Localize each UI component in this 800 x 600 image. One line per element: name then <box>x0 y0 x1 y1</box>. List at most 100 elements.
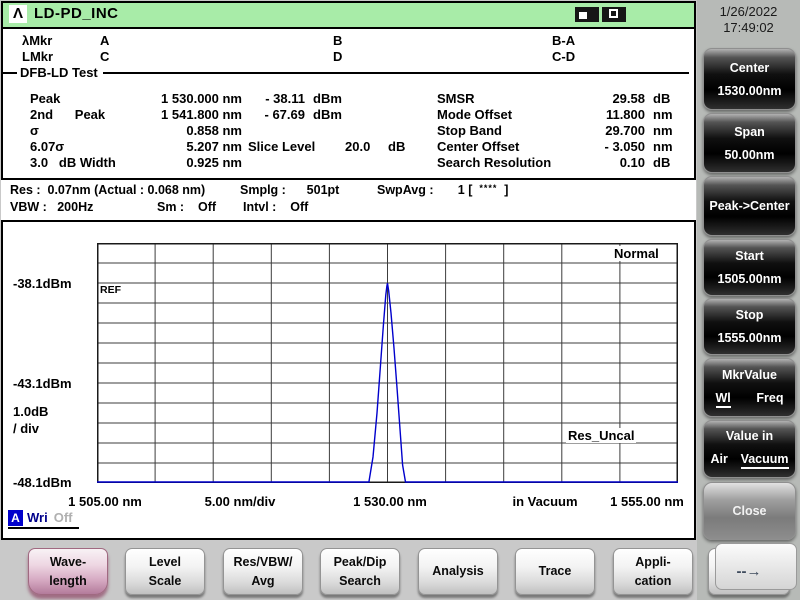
fnkey-label: Trace <box>516 562 594 580</box>
fnkey-trace[interactable]: Trace <box>515 548 595 595</box>
sweep-average-setting: SwpAvg : 1 [ **** ] <box>377 183 508 197</box>
analysis-section-title: DFB-LD Test <box>20 65 98 80</box>
option-air[interactable]: Air <box>711 452 728 469</box>
softkey-center[interactable]: Center 1530.00nm <box>703 48 796 110</box>
softkey-value: 1555.00nm <box>704 331 795 345</box>
result-label: σ <box>30 123 39 138</box>
fnkey-wavelength[interactable]: Wave- length <box>28 548 108 595</box>
app-logo-icon: Λ <box>9 5 27 23</box>
result-unit: dBm <box>313 91 342 106</box>
softkey-peak-to-center[interactable]: Peak->Center <box>703 176 796 236</box>
marker-ba-label: B-A <box>552 33 575 48</box>
result-value: 1 530.000 nm <box>118 91 242 106</box>
slice-level-unit: dB <box>388 139 405 154</box>
result-value: 0.925 nm <box>118 155 242 170</box>
y-axis-bottom-label: -48.1dBm <box>13 475 72 490</box>
softkey-start[interactable]: Start 1505.00nm <box>703 239 796 296</box>
marker-d-label: D <box>333 49 342 64</box>
maximize-button[interactable] <box>602 7 626 22</box>
softkey-label: MkrValue <box>704 368 795 382</box>
fnkey-label: Wave- <box>29 553 107 571</box>
marker-cd-label: C-D <box>552 49 575 64</box>
x-axis-per-div-label: 5.00 nm/div <box>190 494 290 509</box>
divider-line <box>103 72 689 74</box>
softkey-span[interactable]: Span 50.00nm <box>703 113 796 173</box>
fnkey-label: Appli- <box>614 553 692 571</box>
result-value: 0.10 <box>553 155 645 170</box>
window-title: LD-PD_INC <box>34 5 119 22</box>
osa-screen: Λ LD-PD_INC λMkr A B B-A LMkr C D C-D DF… <box>0 0 800 600</box>
time-display: 17:49:02 <box>697 20 800 35</box>
minimize-icon <box>579 12 587 19</box>
fnkey-label: Search <box>321 572 399 590</box>
result-value: 1 541.800 nm <box>118 107 242 122</box>
result-row-3db-width: 3.0 dB Width 0.925 nm Search Resolution … <box>0 155 697 169</box>
option-frequency[interactable]: Freq <box>756 391 783 408</box>
fnkey-label: Level <box>126 553 204 571</box>
result-label: Center Offset <box>437 139 519 154</box>
ref-level-label: REF <box>100 284 121 296</box>
trace-state: Off <box>54 510 73 525</box>
fnkey-label: Avg <box>224 572 302 590</box>
option-wavelength[interactable]: Wl <box>716 391 731 408</box>
fnkey-label: length <box>29 572 107 590</box>
fnkey-res-vbw-avg[interactable]: Res/VBW/ Avg <box>223 548 303 595</box>
slice-level-label: Slice Level <box>248 139 315 154</box>
x-axis-medium-label: in Vacuum <box>495 494 595 509</box>
softkey-stop[interactable]: Stop 1555.00nm <box>703 298 796 355</box>
next-page-arrow-icon: --→ <box>709 561 789 583</box>
slice-level-value: 20.0 <box>345 139 370 154</box>
softkey-marker-value[interactable]: MkrValue Wl Freq <box>703 358 796 417</box>
result-row-6sigma: 6.07σ 5.207 nm Slice Level 20.0 dB Cente… <box>0 139 697 153</box>
marker-a-label: A <box>100 33 109 48</box>
softkey-label: Close <box>704 504 795 518</box>
result-label: Mode Offset <box>437 107 512 122</box>
softkey-label: Value in <box>704 429 795 443</box>
level-marker-label: LMkr <box>22 49 53 64</box>
result-unit: dB <box>653 91 670 106</box>
marker-c-label: C <box>100 49 109 64</box>
marker-b-label: B <box>333 33 342 48</box>
maximize-icon <box>609 9 618 18</box>
fnkey-level-scale[interactable]: Level Scale <box>125 548 205 595</box>
result-label: 3.0 dB Width <box>30 155 116 170</box>
result-label: Stop Band <box>437 123 502 138</box>
y-scale-per-div-label: 1.0dB <box>13 404 48 419</box>
result-value: 11.800 <box>553 107 645 122</box>
result-value: 0.858 nm <box>118 123 242 138</box>
date-display: 1/26/2022 <box>697 4 800 19</box>
fnkey-analysis[interactable]: Analysis <box>418 548 498 595</box>
vbw-setting: VBW : 200Hz <box>10 200 93 214</box>
result-label: 2nd Peak <box>30 107 105 122</box>
option-vacuum[interactable]: Vacuum <box>741 452 789 469</box>
softkey-label: Center <box>704 61 795 75</box>
softkey-value: 1530.00nm <box>704 84 795 98</box>
result-value: - 67.69 <box>246 107 305 122</box>
sweep-average-suffix: ] <box>497 183 508 197</box>
fnkey-more-pages[interactable]: --→ <box>708 548 790 595</box>
softkey-value-in[interactable]: Value in Air Vacuum <box>703 420 796 478</box>
result-row-2nd-peak: 2nd Peak 1 541.800 nm - 67.69 dBm Mode O… <box>0 107 697 121</box>
smoothing-setting: Sm : Off <box>157 200 216 214</box>
result-value: 29.58 <box>553 91 645 106</box>
result-value: 5.207 nm <box>118 139 242 154</box>
fnkey-label: cation <box>614 572 692 590</box>
softkey-label: Start <box>704 249 795 263</box>
softkey-close[interactable]: Close <box>703 482 796 540</box>
fnkey-application[interactable]: Appli- cation <box>613 548 693 595</box>
result-label: Peak <box>30 91 60 106</box>
sweep-mode-label: Normal <box>612 246 661 261</box>
sampling-setting: Smplg : 501pt <box>240 183 339 197</box>
y-axis-mid-label: -43.1dBm <box>13 376 72 391</box>
trace-status: A Wri Off <box>8 508 79 529</box>
result-value: 29.700 <box>553 123 645 138</box>
fnkey-label: Scale <box>126 572 204 590</box>
interval-setting: Intvl : Off <box>243 200 308 214</box>
fnkey-label: Res/VBW/ <box>224 553 302 571</box>
y-axis-ref-label: -38.1dBm <box>13 276 72 291</box>
softkey-value: 50.00nm <box>704 148 795 162</box>
minimize-button[interactable] <box>575 7 599 22</box>
y-scale-per-div-label: / div <box>13 421 39 436</box>
res-uncal-warning-label: Res_Uncal <box>566 428 636 443</box>
fnkey-peak-dip-search[interactable]: Peak/Dip Search <box>320 548 400 595</box>
